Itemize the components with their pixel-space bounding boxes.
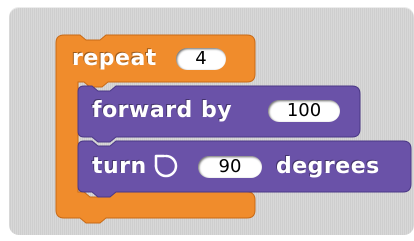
repeat-label: repeat bbox=[72, 46, 157, 71]
turn-label: turn bbox=[92, 154, 147, 179]
degrees-label: degrees bbox=[276, 154, 380, 179]
turn-angle-input[interactable]: 90 bbox=[198, 156, 262, 178]
repeat-count-input[interactable]: 4 bbox=[176, 48, 226, 70]
forward-label: forward by bbox=[92, 98, 233, 123]
forward-distance-input[interactable]: 100 bbox=[268, 100, 340, 122]
